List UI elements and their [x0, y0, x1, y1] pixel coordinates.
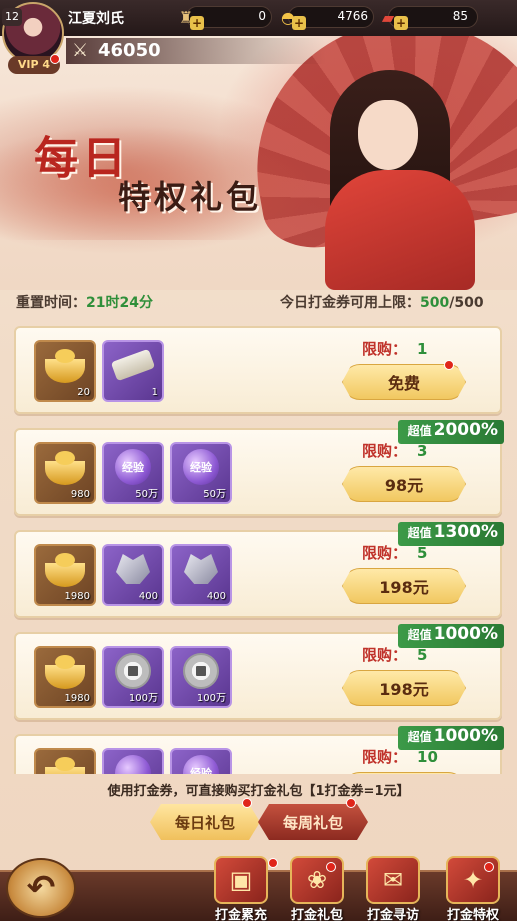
buy-button[interactable]: [342, 772, 466, 774]
buy-button[interactable]: 198元: [342, 568, 466, 604]
scroll-icon: [110, 348, 156, 382]
value-tag: 超值 2000%: [397, 420, 504, 444]
plus-icon[interactable]: +: [394, 16, 408, 30]
level-badge: 12: [2, 8, 22, 26]
exp-orb-item[interactable]: 经验: [170, 748, 232, 774]
crystal-icon: [116, 554, 150, 584]
package-card: 经验 限购： 10 超值 1000%: [14, 726, 504, 774]
value-tag: 超值 1000%: [397, 624, 504, 648]
notification-dot: [326, 862, 336, 872]
gold-ingot-icon: [45, 655, 85, 689]
plus-icon[interactable]: +: [190, 16, 204, 30]
exp-orb-icon: 经验: [183, 449, 219, 485]
nav-search[interactable]: ✉ 打金寻访: [356, 856, 430, 921]
resource-gold[interactable]: 4766 ◓ +: [274, 4, 374, 30]
exchange-tip: 使用打金券，可直接购买打金礼包【1打金券=1元】: [107, 784, 410, 799]
treasure-chest-icon: ▣: [214, 856, 268, 904]
gold-ingot-item[interactable]: 1980: [34, 646, 96, 708]
limit-used: 500: [420, 295, 450, 311]
ticket-limit: 今日打金券可用上限：500/500: [280, 292, 484, 312]
heroine-illustration: [300, 60, 490, 290]
buy-button[interactable]: 98元: [342, 466, 466, 502]
exp-orb-icon: 经验: [183, 755, 219, 774]
package-card: 20 1 限购： 1 免费: [14, 326, 502, 414]
notification-dot: [50, 54, 60, 64]
exp-orb-item[interactable]: 经验 50万: [170, 442, 232, 504]
crystal-icon: [184, 554, 218, 584]
plus-icon[interactable]: +: [292, 16, 306, 30]
notification-dot: [346, 798, 356, 808]
package-card: 980 经验 50万 经验 50万 限购： 3 98元 超值 2000%: [14, 420, 504, 516]
resource-ticket[interactable]: 85 ▰ +: [374, 4, 478, 30]
vip-level: 4: [42, 58, 51, 71]
gold-ingot-icon: [45, 553, 85, 587]
resource-token[interactable]: 0 ♜ +: [172, 4, 272, 30]
gift-bag-icon: ❀: [290, 856, 344, 904]
vip-label: VIP: [17, 58, 39, 71]
value-tag: 超值 1000%: [397, 726, 504, 750]
gold-ingot-item[interactable]: [34, 748, 96, 774]
back-arrow-icon: ↶: [26, 868, 56, 908]
package-list[interactable]: 20 1 限购： 1 免费 980 经验 50万 经验 50万 限购： 3 98元: [12, 322, 506, 774]
power-value: 46050: [98, 40, 161, 61]
package-card: 1980 400 400 限购： 5 198元 超值 1300%: [14, 522, 504, 618]
banner-title-line2: 特权礼包: [118, 178, 263, 216]
limit-label: 今日打金券可用上限：: [280, 295, 420, 311]
top-bar: 江夏刘氏 0 ♜ + 4766 ◓ + 85 ▰ +: [0, 0, 517, 36]
notification-dot: [242, 798, 252, 808]
nav-recharge[interactable]: ▣ 打金累充: [204, 856, 278, 921]
gold-ingot-item[interactable]: 1980: [34, 544, 96, 606]
coin-item[interactable]: 100万: [102, 646, 164, 708]
gold-ingot-icon: [45, 451, 85, 485]
tab-daily-gift[interactable]: 每日礼包: [150, 804, 260, 840]
exp-orb-item[interactable]: 经验 50万: [102, 442, 164, 504]
nav-privilege[interactable]: ✦ 打金特权: [436, 856, 510, 921]
purchase-limit: 限购： 1: [362, 340, 428, 358]
reset-label: 重置时间：: [16, 295, 86, 311]
package-card: 1980 100万 100万 限购： 5 198元 超值 1000%: [14, 624, 504, 720]
buy-button[interactable]: 198元: [342, 670, 466, 706]
notification-dot: [268, 858, 278, 868]
limit-total: 500: [454, 295, 484, 311]
scroll-item[interactable]: 1: [102, 340, 164, 402]
coin-icon: [115, 653, 151, 689]
gold-ingot-item[interactable]: 980: [34, 442, 96, 504]
gold-ingot-item[interactable]: 20: [34, 340, 96, 402]
notification-dot: [444, 360, 454, 370]
coin-icon: [183, 653, 219, 689]
player-name: 江夏刘氏: [68, 11, 124, 27]
reset-value: 21时24分: [86, 295, 153, 311]
exp-orb-icon: [115, 755, 151, 774]
crossed-swords-icon: ⚔: [72, 40, 89, 61]
coin-item[interactable]: 100万: [170, 646, 232, 708]
crystal-item[interactable]: 400: [102, 544, 164, 606]
value-tag: 超值 1300%: [397, 522, 504, 546]
exp-orb-icon: 经验: [115, 449, 151, 485]
back-button[interactable]: ↶: [6, 858, 76, 918]
gold-ingot-icon: [45, 349, 85, 383]
crystal-item[interactable]: 400: [170, 544, 232, 606]
notification-dot: [484, 862, 494, 872]
gold-ingot-icon: [45, 757, 85, 774]
reset-time: 重置时间：21时24分: [16, 292, 153, 312]
tab-weekly-gift[interactable]: 每周礼包: [258, 804, 368, 840]
card-search-icon: ✉: [366, 856, 420, 904]
exp-orb-item[interactable]: [102, 748, 164, 774]
banner-title-line1: 每日: [34, 133, 130, 184]
nav-gift-pack[interactable]: ❀ 打金礼包: [280, 856, 354, 921]
